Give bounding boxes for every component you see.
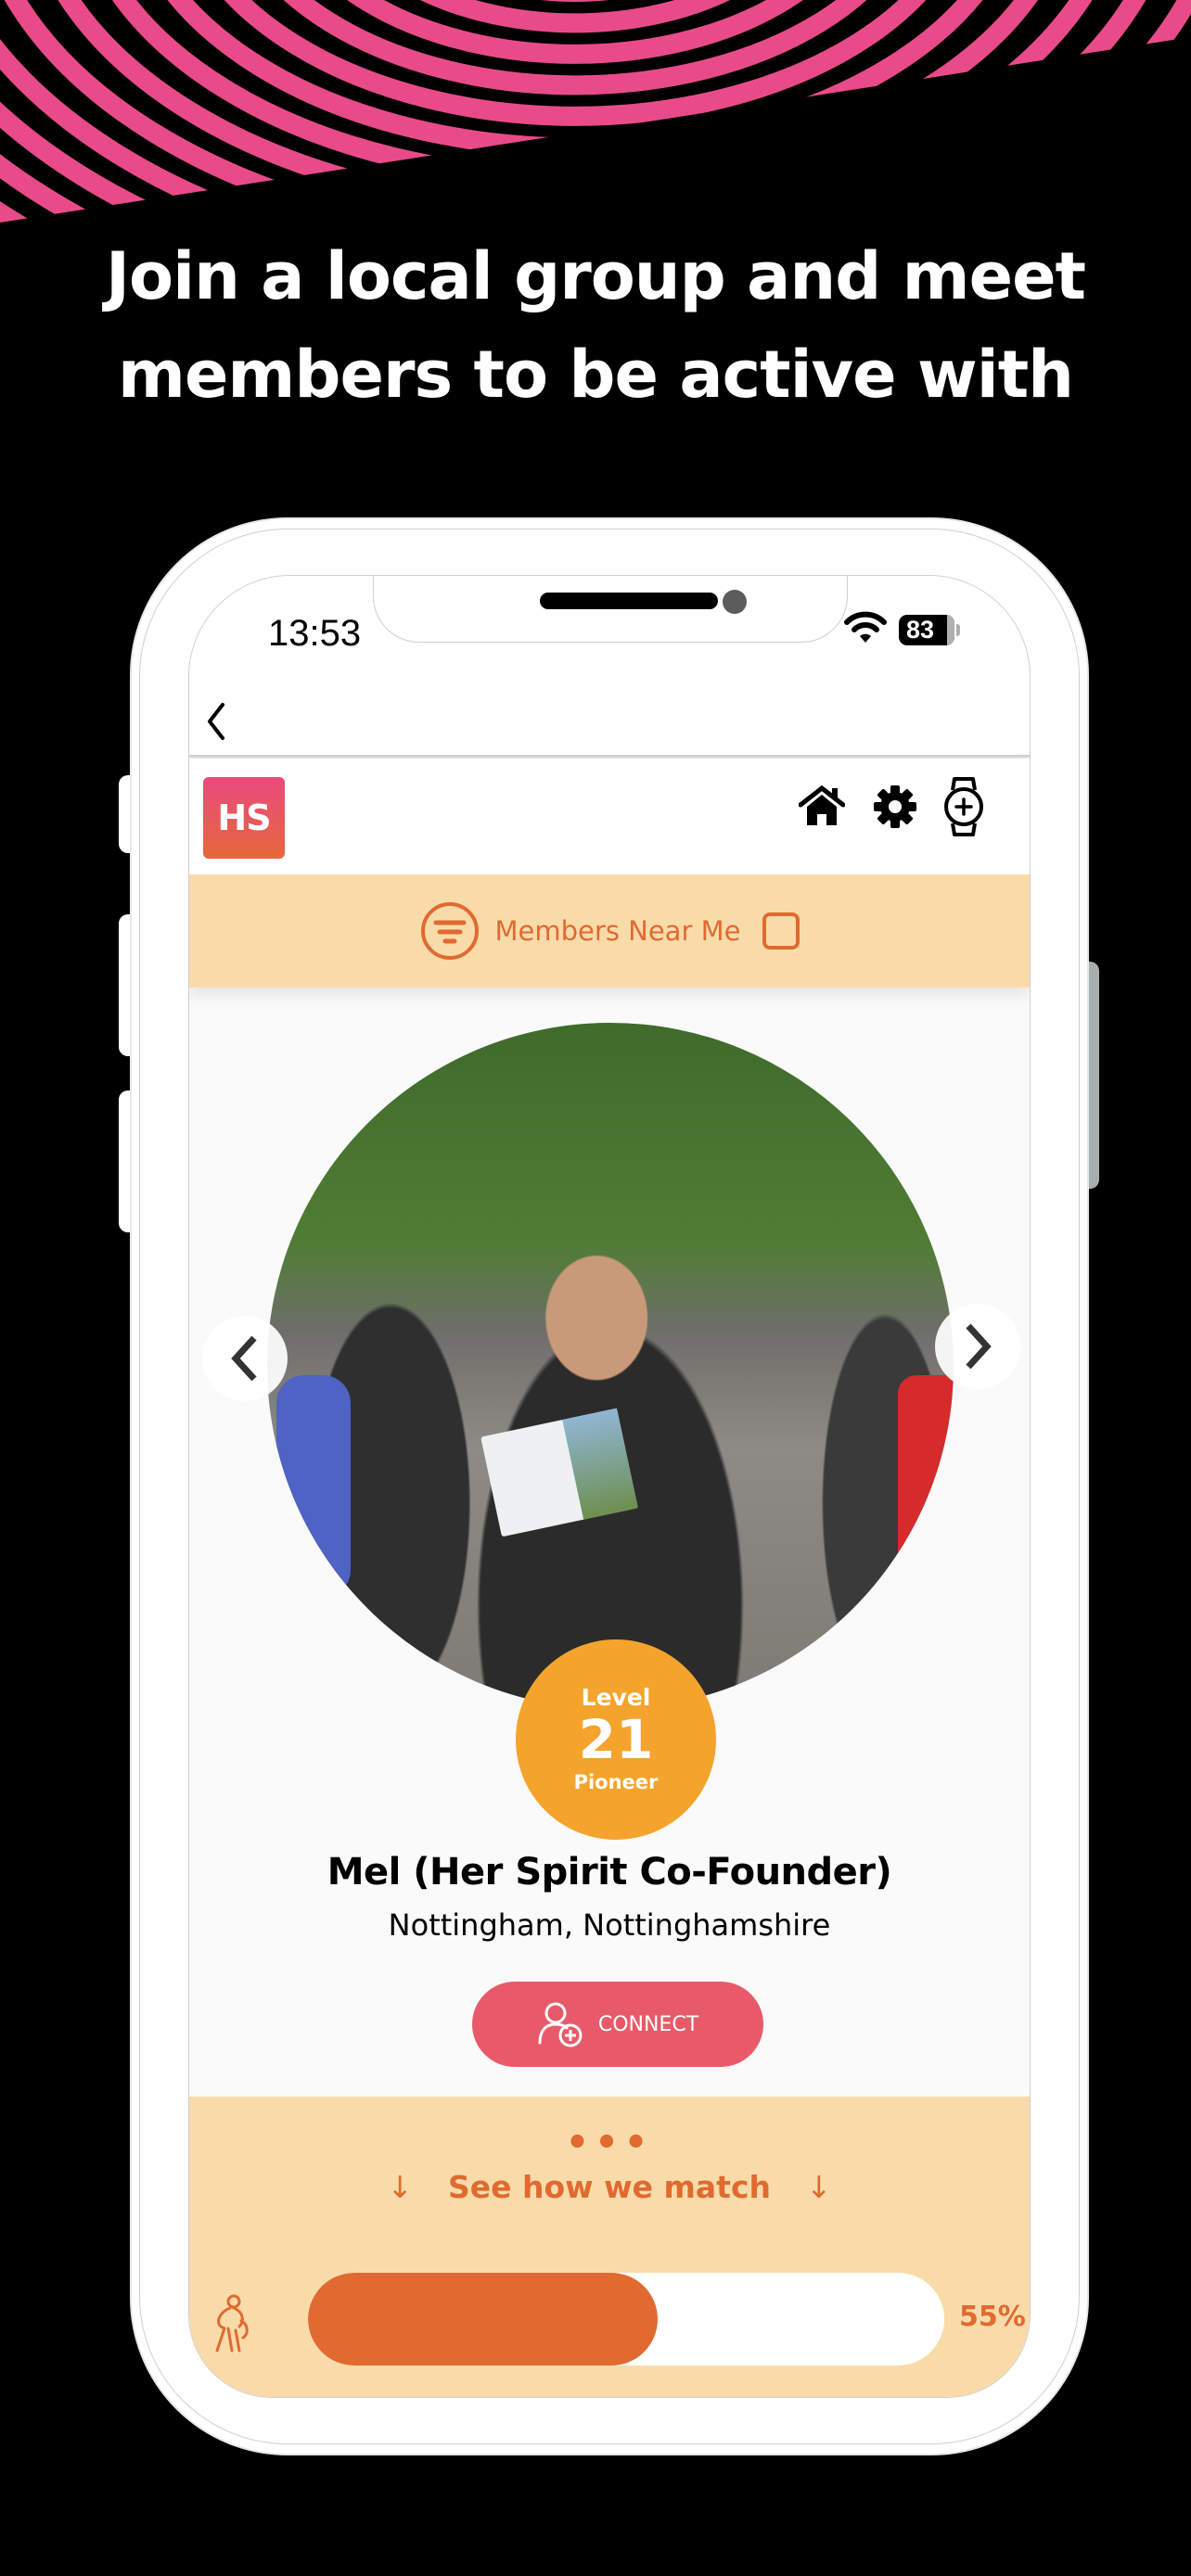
match-section: ••• ↓ See how we match ↓ 55% xyxy=(189,2097,1030,2397)
walking-icon xyxy=(215,2294,249,2353)
level-number: 21 xyxy=(578,1708,654,1771)
wifi-icon xyxy=(844,611,887,643)
chevron-right-icon xyxy=(966,1323,992,1370)
photo-detail xyxy=(898,1375,954,1616)
profile-photo xyxy=(267,1023,954,1709)
add-user-icon xyxy=(538,2002,583,2047)
phone-power-button xyxy=(1088,962,1099,1189)
photo-detail xyxy=(276,1375,351,1598)
status-time: 13:53 xyxy=(268,613,362,654)
speaker-grille xyxy=(540,593,718,609)
match-bar-track xyxy=(308,2273,944,2366)
promo-screen: Join a local group and meet members to b… xyxy=(0,0,1191,2576)
see-how-we-match-label: See how we match xyxy=(448,2169,771,2205)
see-how-we-match-toggle[interactable]: ↓ See how we match ↓ xyxy=(189,2169,1030,2205)
headline-line-1: Join a local group and meet xyxy=(105,238,1086,314)
chevron-left-icon xyxy=(231,1335,257,1382)
connect-label: CONNECT xyxy=(597,2012,699,2036)
navigation-bar xyxy=(189,682,1030,757)
dynamic-notch xyxy=(373,576,848,643)
watch-add-icon[interactable] xyxy=(943,775,984,838)
headline-line-2: members to be active with xyxy=(118,337,1074,413)
back-chevron-icon[interactable] xyxy=(195,692,241,747)
filter-icon[interactable] xyxy=(419,900,480,962)
members-near-me-checkbox[interactable] xyxy=(762,912,800,950)
member-name: Mel (Her Spirit Co-Founder) xyxy=(327,1851,892,1894)
gear-icon[interactable] xyxy=(873,784,917,829)
level-label: Level xyxy=(581,1684,651,1711)
members-near-me-label: Members Near Me xyxy=(494,915,741,947)
battery-indicator: 83 xyxy=(899,615,954,645)
arrow-down-icon: ↓ xyxy=(806,2169,832,2205)
her-spirit-logo[interactable]: HS xyxy=(203,777,285,859)
app-header: HS xyxy=(189,759,1030,874)
photo-next-button[interactable] xyxy=(935,1304,1020,1389)
member-location: Nottingham, Nottinghamshire xyxy=(388,1907,831,1943)
arrow-down-icon: ↓ xyxy=(387,2169,413,2205)
level-title: Pioneer xyxy=(573,1771,659,1793)
battery-nub xyxy=(956,624,960,636)
more-dots-icon: ••• xyxy=(565,2122,654,2164)
photo-certificate xyxy=(480,1408,638,1537)
match-bar-fill xyxy=(308,2273,659,2366)
photo-prev-button[interactable] xyxy=(202,1316,288,1401)
headline: Join a local group and meet members to b… xyxy=(0,227,1191,424)
connect-button[interactable]: CONNECT xyxy=(472,1982,763,2067)
members-near-me-filter: Members Near Me xyxy=(189,874,1030,988)
match-percent: 55% xyxy=(959,2301,1026,2333)
level-badge: Level 21 Pioneer xyxy=(516,1639,716,1840)
home-icon[interactable] xyxy=(799,784,845,827)
pink-arcs-decoration xyxy=(0,0,1191,223)
front-camera xyxy=(723,590,747,614)
app-screen: 13:53 83 HS Members Near Me Level 21 Pio… xyxy=(188,575,1031,2398)
